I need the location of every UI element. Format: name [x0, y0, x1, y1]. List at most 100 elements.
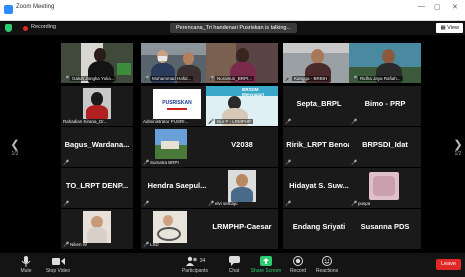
participant-name: Sumatra BRPI [150, 160, 179, 165]
muted-mic-icon: 🎤 [143, 159, 150, 166]
participant-name: Nurainun_BRPI... [215, 76, 255, 81]
muted-mic-icon: 🎤 [63, 200, 70, 207]
participant-name: Rahadian Kirana_Dr... [63, 119, 108, 124]
participant-name: Hendra Saepul... [147, 180, 207, 190]
muted-mic-icon: 🎤 [285, 159, 292, 166]
muted-mic-icon: 🎤 [285, 118, 292, 125]
participant-name: V2038 [231, 139, 253, 149]
participant-tile[interactable]: BRPSDI_Idat 🎤 [349, 127, 421, 167]
window-titlebar: Zoom Meeting — ▢ ✕ [0, 0, 465, 21]
muted-mic-icon: 🎤 [143, 75, 150, 82]
zoom-logo-icon [4, 5, 13, 14]
participant-tile[interactable]: Septa_BRPL 🎤 [283, 86, 355, 126]
participant-name: Niken W [70, 242, 88, 247]
participant-tile[interactable]: 🎤 LSD [141, 209, 213, 249]
maximize-button[interactable]: ▢ [434, 3, 441, 11]
page-indicator-right: 1/2 [454, 151, 462, 157]
participant-tile[interactable]: TO_LRPT DENP... 🎤 [61, 168, 133, 208]
muted-mic-icon: 🎤 [63, 159, 70, 166]
banner-text: BRSDM Menyapa!! [242, 87, 265, 97]
participant-name: Susanna PDS [360, 221, 410, 231]
participant-tile[interactable]: 🎤 puspa [349, 168, 421, 208]
security-shield-icon[interactable] [5, 24, 12, 32]
muted-mic-icon: 🎤 [208, 200, 215, 207]
minimize-button[interactable]: — [418, 3, 425, 10]
window-title: Zoom Meeting [16, 4, 55, 10]
page-left[interactable]: ❮ 1/2 [8, 139, 22, 157]
view-button[interactable]: ▦ View [436, 23, 463, 33]
chevron-left-icon[interactable]: ❮ [8, 139, 22, 151]
muted-mic-icon: 🎤 [143, 241, 150, 248]
participant-tile[interactable]: PUSRISKAN Administrator PUSRI... [141, 86, 213, 126]
participant-tile[interactable]: 🎤 Sumatra BRPI [141, 127, 213, 167]
participant-name: Kangga - BRBIH [292, 76, 330, 81]
participant-name: Septa_BRPL [296, 98, 342, 108]
participants-label: Participants [181, 268, 209, 274]
muted-mic-icon: 🎤 [285, 75, 292, 82]
participant-name: Hidayat S. Suw... [289, 180, 349, 190]
participant-tile[interactable]: V2038 [206, 127, 278, 167]
participant-name: Bagus_Wardana... [64, 139, 130, 149]
participant-name: elvi sethaju [215, 201, 238, 206]
reactions-label: Reactions [315, 268, 339, 274]
participant-name: LSD [150, 242, 159, 247]
participant-tile[interactable]: LRMPHP-Caesar [206, 209, 278, 249]
pusriskan-logo-text: PUSRISKAN [162, 100, 192, 106]
participant-tile[interactable]: 🎤 Muhammad Hafid... [141, 43, 213, 83]
gallery-view: ❮ 1/2 ❯ 1/2 🎤 Galuh Jangka Yulia... 🎤 Muha… [0, 35, 465, 253]
participant-name: Nur F - LRMPHP [215, 119, 254, 124]
muted-mic-icon: 🎤 [208, 75, 215, 82]
participant-name: puspa [358, 201, 371, 206]
muted-mic-icon: 🎤 [351, 118, 358, 125]
participants-count: 34 [199, 258, 206, 264]
page-indicator-left: 1/2 [11, 151, 19, 157]
muted-mic-icon: 🎤 [143, 200, 150, 207]
recording-dot-icon [23, 26, 28, 31]
participant-tile[interactable]: 🎤 Niken W [61, 209, 133, 249]
participant-name: Ridha Jaya Rafiah... [358, 76, 403, 81]
participant-tile[interactable]: 🎤 Ridha Jaya Rafiah... [349, 43, 421, 83]
participant-tile[interactable]: Ririk_LRPT Benoa 🎤 [283, 127, 355, 167]
muted-mic-icon: 🎤 [63, 75, 70, 82]
muted-mic-icon: 🎤 [63, 241, 70, 248]
muted-mic-icon: 🎤 [208, 118, 215, 125]
participant-tile[interactable]: 🎤 Nurainun_BRPI... [206, 43, 278, 83]
meeting-topbar: Recording Perencana_Tri handenari Pusris… [0, 21, 465, 35]
participant-tile[interactable]: Bimo - PRP 🎤 [349, 86, 421, 126]
leave-button[interactable]: Leave [436, 259, 461, 270]
participant-tile[interactable]: BRSDM Menyapa!! 🎤 Nur F - LRMPHP [206, 86, 278, 126]
participant-name: Ririk_LRPT Benoa [286, 139, 352, 149]
close-button[interactable]: ✕ [452, 3, 458, 11]
participant-tile[interactable]: Bagus_Wardana... 🎤 [61, 127, 133, 167]
participant-tile[interactable]: 🎤 elvi sethaju [206, 168, 278, 208]
participant-name: Endang Sriyati [292, 221, 346, 231]
participants-button[interactable]: 34 Participants [175, 255, 215, 274]
participant-name: Galuh Jangka Yulia... [70, 76, 117, 81]
participant-tile[interactable]: 🎤 Galuh Jangka Yulia... [61, 43, 133, 83]
muted-mic-icon: 🎤 [285, 200, 292, 207]
muted-mic-icon: 🎤 [351, 200, 358, 207]
stop-video-button[interactable]: Stop Video [38, 255, 78, 274]
participant-name: TO_LRPT DENP... [65, 180, 129, 190]
participant-name: BRPSDI_Idat [362, 139, 408, 149]
participant-tile[interactable]: Endang Sriyati [283, 209, 355, 249]
participant-tile[interactable]: 🎤 Kangga - BRBIH [283, 43, 355, 83]
participant-name: LRMPHP-Caesar [212, 221, 272, 231]
participant-name: Bimo - PRP [364, 98, 406, 108]
participant-name: Administrator PUSRI... [143, 119, 189, 124]
page-right[interactable]: ❯ 1/2 [451, 139, 465, 157]
participant-tile[interactable]: Hidayat S. Suw... 🎤 [283, 168, 355, 208]
chevron-right-icon[interactable]: ❯ [451, 139, 465, 151]
view-label: View [447, 25, 459, 31]
active-speaker-banner: Perencana_Tri handenari Pusriskan is tal… [170, 23, 298, 33]
recording-label: Recording [31, 24, 57, 30]
reactions-button[interactable]: Reactions [307, 255, 347, 274]
smiley-reaction-icon [307, 255, 347, 267]
stop-video-label: Stop Video [45, 268, 71, 274]
muted-mic-icon: 🎤 [351, 75, 358, 82]
participant-tile[interactable]: Hendra Saepul... 🎤 [141, 168, 213, 208]
meeting-toolbar: Mute Stop Video 34 Participants Chat Sha… [0, 253, 465, 277]
participant-tile[interactable]: Susanna PDS [349, 209, 421, 249]
participant-tile[interactable]: Rahadian Kirana_Dr... [61, 86, 133, 126]
participants-icon: 34 [175, 255, 215, 267]
